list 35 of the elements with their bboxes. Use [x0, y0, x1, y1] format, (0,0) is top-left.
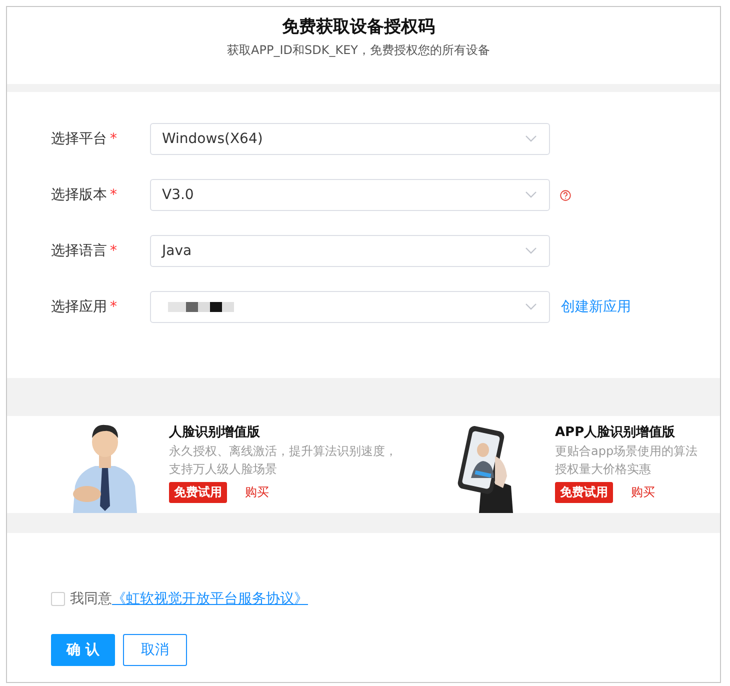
promo-description: 更贴合app场景使用的算法 — [555, 443, 698, 460]
page-subtitle: 获取APP_ID和SDK_KEY，免费授权您的所有设备 — [227, 42, 490, 59]
promo-title: 人脸识别增值版 — [169, 424, 261, 442]
field-label: 选择语言 — [51, 242, 107, 260]
agreement-checkbox[interactable] — [51, 592, 65, 606]
chevron-down-icon — [525, 247, 537, 255]
promo-description: 授权量大价格实惠 — [555, 461, 652, 478]
select-field[interactable]: V3.0 — [150, 179, 550, 211]
create-app-link[interactable]: 创建新应用 — [561, 298, 631, 316]
buy-link[interactable]: 购买 — [245, 484, 269, 501]
required-mark: * — [110, 243, 118, 259]
free-trial-button[interactable]: 免费试用 — [555, 482, 613, 503]
promo-title: APP人脸识别增值版 — [555, 424, 676, 442]
confirm-button[interactable]: 确 认 — [51, 634, 115, 666]
select-field[interactable]: Java — [150, 235, 550, 267]
chevron-down-icon — [525, 303, 537, 311]
promo-description: 支持万人级人脸场景 — [169, 461, 278, 478]
page-title: 免费获取设备授权码 — [282, 16, 435, 38]
select-field[interactable] — [150, 291, 550, 323]
free-trial-button[interactable]: 免费试用 — [169, 482, 227, 503]
required-mark: * — [110, 131, 118, 147]
required-mark: * — [110, 299, 118, 315]
promo-description: 永久授权、离线激活，提升算法识别速度， — [169, 443, 397, 460]
field-label: 选择应用 — [51, 298, 107, 316]
select-field[interactable]: Windows(X64) — [150, 123, 550, 155]
required-mark: * — [110, 187, 118, 203]
agreement-link[interactable]: 《虹软视觉开放平台服务协议》 — [112, 590, 308, 608]
field-label: 选择版本 — [51, 186, 107, 204]
cancel-button[interactable]: 取消 — [123, 634, 187, 666]
help-icon[interactable] — [560, 190, 571, 200]
chevron-down-icon — [525, 191, 537, 199]
buy-link[interactable]: 购买 — [631, 484, 655, 501]
agree-label: 我同意 — [70, 590, 112, 608]
chevron-down-icon — [525, 135, 537, 143]
field-label: 选择平台 — [51, 130, 107, 148]
